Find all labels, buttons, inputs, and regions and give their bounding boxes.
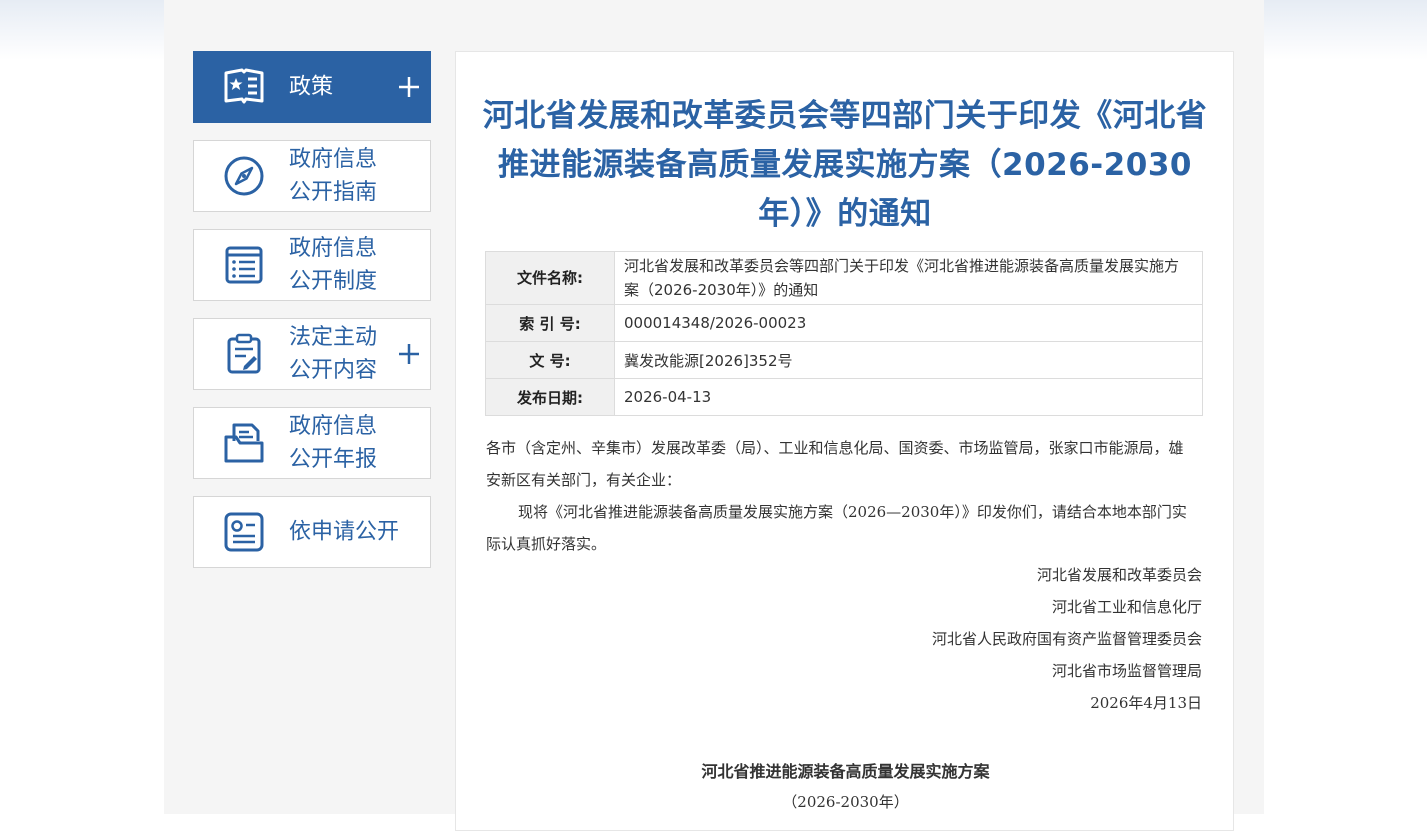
body-paragraph-notice: 现将《河北省推进能源装备高质量发展实施方案（2026—2030年）》印发你们，请… — [486, 503, 1187, 553]
sidebar-item-on-request[interactable]: 依申请公开 — [193, 496, 431, 568]
meta-key: 文件名称: — [485, 251, 615, 305]
compass-icon — [224, 156, 264, 196]
article-panel: 河北省发展和改革委员会等四部门关于印发《河北省推进能源装备高质量发展实施方案（2… — [455, 51, 1234, 831]
header-gradient-left — [0, 0, 164, 60]
sidebar-item-label: 政府信息 公开指南 — [289, 147, 378, 205]
body-paragraph-recipients: 各市（含定州、辛集市）发展改革委（局）、工业和信息化局、国资委、市场监管局，张家… — [486, 439, 1184, 489]
table-row: 发布日期: 2026-04-13 — [485, 378, 1203, 416]
id-card-icon — [224, 512, 264, 552]
meta-key: 索 引 号: — [485, 304, 615, 342]
meta-value: 河北省发展和改革委员会等四部门关于印发《河北省推进能源装备高质量发展实施方案（2… — [614, 251, 1203, 305]
plus-icon[interactable] — [398, 76, 420, 98]
policy-book-icon — [224, 68, 264, 104]
sidebar-item-disclosure-system[interactable]: 政府信息 公开制度 — [193, 229, 431, 301]
signature-date: 2026年4月13日 — [1090, 694, 1202, 712]
sidebar-item-disclosure-guide[interactable]: 政府信息 公开指南 — [193, 140, 431, 212]
header-gradient-right — [1264, 0, 1427, 60]
meta-key: 文 号: — [485, 341, 615, 379]
sidebar-item-policy[interactable]: 政策 — [193, 51, 431, 123]
signature-line: 河北省人民政府国有资产监督管理委员会 — [931, 630, 1202, 648]
sidebar-item-label: 法定主动 公开内容 — [289, 325, 378, 383]
signature-line: 河北省发展和改革委员会 — [1036, 566, 1202, 584]
folder-document-icon — [224, 423, 264, 463]
sidebar-item-label: 政策 — [289, 74, 334, 100]
sidebar-item-label: 依申请公开 — [289, 519, 400, 545]
sidebar-item-label: 政府信息 公开年报 — [289, 414, 378, 472]
signature-line: 河北省工业和信息化厅 — [1051, 598, 1202, 616]
meta-value: 000014348/2026-00023 — [614, 304, 1203, 342]
sidebar-item-statutory-content[interactable]: 法定主动 公开内容 — [193, 318, 431, 390]
sidebar-item-label: 政府信息 公开制度 — [289, 236, 378, 294]
meta-key: 发布日期: — [485, 378, 615, 416]
meta-value: 冀发改能源[2026]352号 — [614, 341, 1203, 379]
plus-icon[interactable] — [398, 343, 420, 365]
document-meta-table: 文件名称: 河北省发展和改革委员会等四部门关于印发《河北省推进能源装备高质量发展… — [485, 251, 1203, 416]
page-title: 河北省发展和改革委员会等四部门关于印发《河北省推进能源装备高质量发展实施方案（2… — [482, 98, 1208, 232]
table-row: 索 引 号: 000014348/2026-00023 — [485, 304, 1203, 342]
meta-value: 2026-04-13 — [614, 378, 1203, 416]
plan-subtitle: （2026-2030年） — [782, 793, 909, 811]
signature-line: 河北省市场监督管理局 — [1051, 662, 1202, 680]
sidebar-item-annual-report[interactable]: 政府信息 公开年报 — [193, 407, 431, 479]
plan-title: 河北省推进能源装备高质量发展实施方案 — [701, 762, 990, 781]
table-row: 文件名称: 河北省发展和改革委员会等四部门关于印发《河北省推进能源装备高质量发展… — [485, 251, 1203, 305]
page-container: 政策 政府信息 公开指南 政府信息 公开制度 法定主动 公开内容 政府信息 公开… — [164, 0, 1264, 831]
clipboard-edit-icon — [227, 333, 261, 374]
list-document-icon — [225, 246, 263, 284]
table-row: 文 号: 冀发改能源[2026]352号 — [485, 341, 1203, 379]
